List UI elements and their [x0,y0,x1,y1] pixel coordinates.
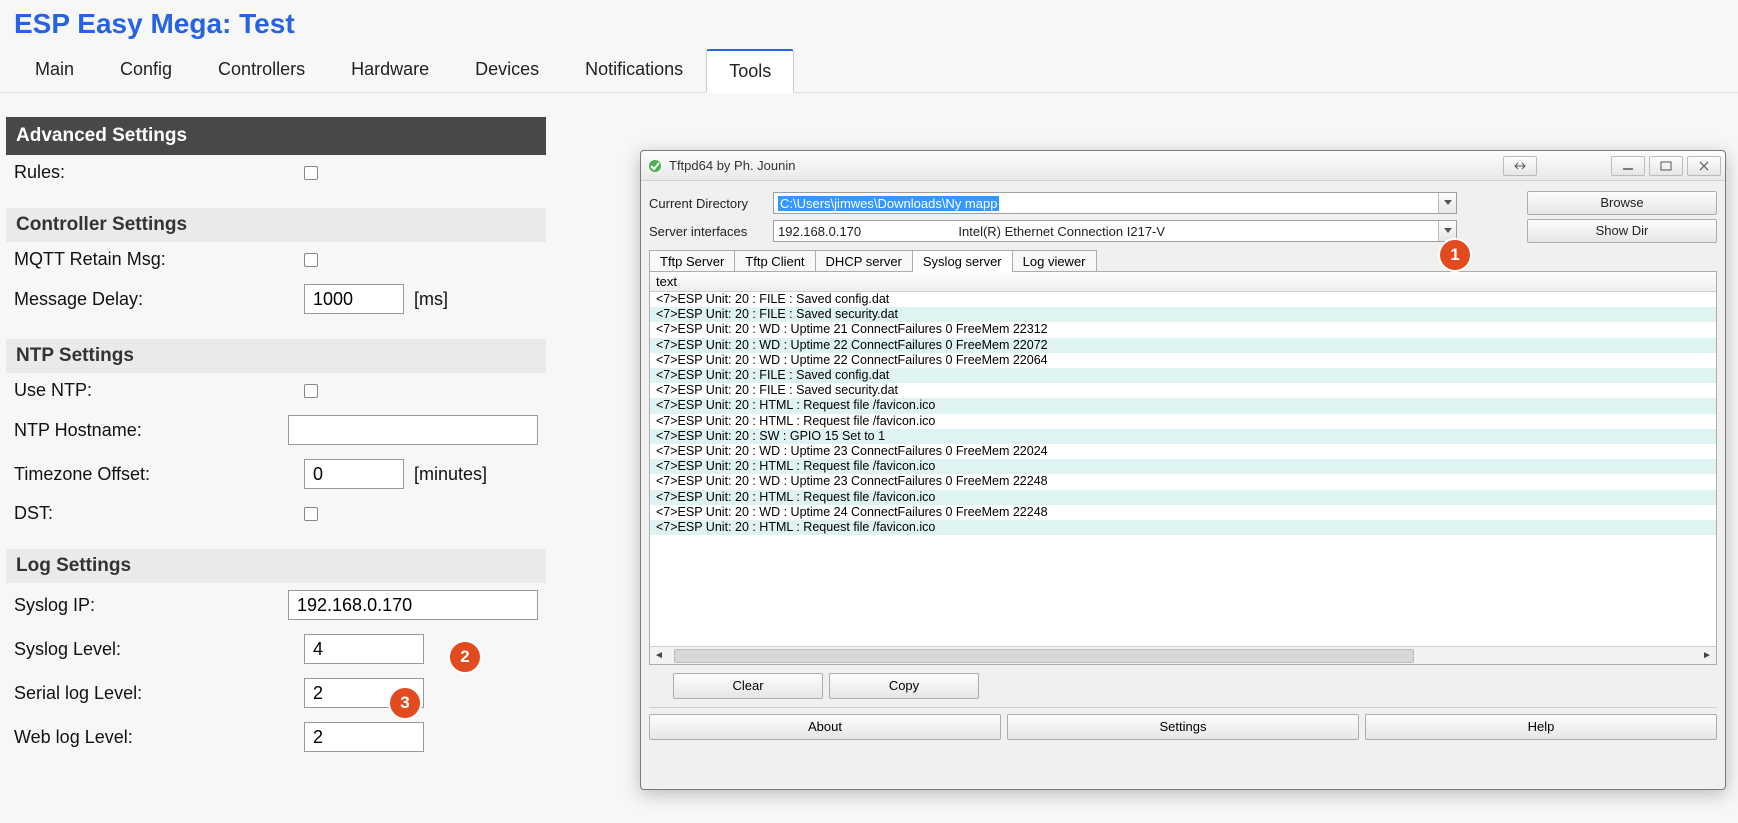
label-server-interfaces: Server interfaces [649,224,773,239]
showdir-button[interactable]: Show Dir [1527,219,1717,243]
log-line[interactable]: <7>ESP Unit: 20 : HTML : Request file /f… [650,490,1716,505]
tab-bar: MainConfigControllersHardwareDevicesNoti… [0,48,1738,93]
tab-controllers[interactable]: Controllers [195,48,328,92]
log-line[interactable]: <7>ESP Unit: 20 : HTML : Request file /f… [650,459,1716,474]
log-line[interactable]: <7>ESP Unit: 20 : WD : Uptime 21 Connect… [650,322,1716,337]
tab-config[interactable]: Config [97,48,195,92]
dst-checkbox[interactable] [304,507,318,521]
syslog-ip-input[interactable] [288,590,538,620]
annotation-marker-1: 1 [1440,240,1470,270]
log-line[interactable]: <7>ESP Unit: 20 : HTML : Request file /f… [650,520,1716,535]
detach-button[interactable] [1503,156,1537,176]
ntp-hostname-input[interactable] [288,415,538,445]
syslog-list[interactable]: text <7>ESP Unit: 20 : FILE : Saved conf… [649,271,1717,665]
log-line[interactable]: <7>ESP Unit: 20 : FILE : Saved security.… [650,383,1716,398]
tab-notifications[interactable]: Notifications [562,48,706,92]
browse-button[interactable]: Browse [1527,191,1717,215]
annotation-marker-2: 2 [450,642,480,672]
log-line[interactable]: <7>ESP Unit: 20 : FILE : Saved config.da… [650,292,1716,307]
label-timezone-offset: Timezone Offset: [14,464,304,485]
label-syslog-ip: Syslog IP: [14,595,288,616]
message-delay-input[interactable] [304,284,404,314]
log-line[interactable]: <7>ESP Unit: 20 : WD : Uptime 23 Connect… [650,474,1716,489]
tftpd-tab-dhcp-server[interactable]: DHCP server [815,250,913,272]
section-ntp: NTP Settings [6,339,546,373]
label-use-ntp: Use NTP: [14,380,304,401]
minimize-button[interactable] [1611,156,1645,176]
log-line[interactable]: <7>ESP Unit: 20 : WD : Uptime 22 Connect… [650,353,1716,368]
log-line[interactable]: <7>ESP Unit: 20 : WD : Uptime 22 Connect… [650,338,1716,353]
chevron-down-icon [1438,221,1456,241]
section-log: Log Settings [6,549,546,583]
section-controller: Controller Settings [6,208,546,242]
server-interfaces-combo[interactable]: 192.168.0.170 Intel(R) Ethernet Connecti… [773,220,1457,242]
server-interfaces-value: 192.168.0.170 Intel(R) Ethernet Connecti… [778,224,1165,239]
current-directory-combo[interactable]: C:\Users\jimwes\Downloads\Ny mapp [773,192,1457,214]
maximize-button[interactable] [1649,156,1683,176]
label-message-delay: Message Delay: [14,289,304,310]
settings-button[interactable]: Settings [1007,714,1359,740]
log-line[interactable]: <7>ESP Unit: 20 : FILE : Saved security.… [650,307,1716,322]
label-web-log-level: Web log Level: [14,727,304,748]
label-dst: DST: [14,503,304,524]
timezone-offset-input[interactable] [304,459,404,489]
use-ntp-checkbox[interactable] [304,384,318,398]
tftpd-tab-tftp-server[interactable]: Tftp Server [649,250,735,272]
annotation-marker-3: 3 [390,688,420,718]
tftpd-window[interactable]: Tftpd64 by Ph. Jounin Current Directory … [640,150,1726,790]
label-current-directory: Current Directory [649,196,773,211]
label-ntp-hostname: NTP Hostname: [14,420,288,441]
rules-checkbox[interactable] [304,166,318,180]
label-syslog-level: Syslog Level: [14,639,304,660]
log-line[interactable]: <7>ESP Unit: 20 : FILE : Saved config.da… [650,368,1716,383]
current-directory-value: C:\Users\jimwes\Downloads\Ny mapp [778,196,999,211]
tab-tools[interactable]: Tools [706,49,794,93]
unit-ms: [ms] [414,289,448,310]
mqtt-retain-checkbox[interactable] [304,253,318,267]
section-advanced: Advanced Settings [6,117,546,155]
tab-devices[interactable]: Devices [452,48,562,92]
scroll-left-icon[interactable]: ◄ [650,647,668,665]
log-line[interactable]: <7>ESP Unit: 20 : WD : Uptime 24 Connect… [650,505,1716,520]
tab-main[interactable]: Main [12,48,97,92]
horizontal-scrollbar[interactable]: ◄ ► [650,646,1716,664]
tftpd-tab-tftp-client[interactable]: Tftp Client [734,250,815,272]
chevron-down-icon [1438,193,1456,213]
log-line[interactable]: <7>ESP Unit: 20 : SW : GPIO 15 Set to 1 [650,429,1716,444]
scrollbar-thumb[interactable] [674,649,1414,663]
close-button[interactable] [1687,156,1721,176]
help-button[interactable]: Help [1365,714,1717,740]
tftpd-tab-syslog-server[interactable]: Syslog server [912,250,1013,272]
app-icon [647,158,663,174]
syslog-level-input[interactable] [304,634,424,664]
page-title: ESP Easy Mega: Test [0,0,1738,40]
web-log-level-input[interactable] [304,722,424,752]
log-line[interactable]: <7>ESP Unit: 20 : HTML : Request file /f… [650,398,1716,413]
list-column-text[interactable]: text [650,272,1716,292]
scroll-right-icon[interactable]: ► [1698,647,1716,665]
window-title: Tftpd64 by Ph. Jounin [669,158,1503,173]
label-serial-log-level: Serial log Level: [14,683,304,704]
tab-hardware[interactable]: Hardware [328,48,452,92]
clear-button[interactable]: Clear [673,673,823,699]
log-line[interactable]: <7>ESP Unit: 20 : HTML : Request file /f… [650,414,1716,429]
log-line[interactable]: <7>ESP Unit: 20 : WD : Uptime 23 Connect… [650,444,1716,459]
copy-button[interactable]: Copy [829,673,979,699]
tftpd-tab-log-viewer[interactable]: Log viewer [1012,250,1097,272]
about-button[interactable]: About [649,714,1001,740]
unit-minutes: [minutes] [414,464,487,485]
label-rules: Rules: [14,162,304,183]
label-mqtt-retain: MQTT Retain Msg: [14,249,304,270]
